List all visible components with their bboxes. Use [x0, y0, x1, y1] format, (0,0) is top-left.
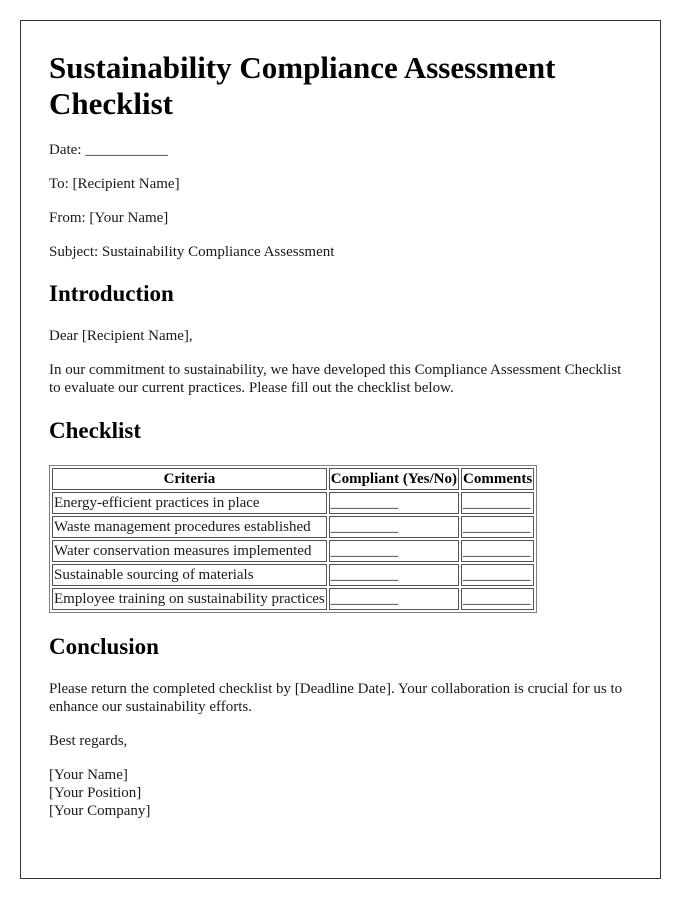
- subject-line: Subject: Sustainability Compliance Asses…: [49, 244, 335, 260]
- to-line: To: [Recipient Name]: [49, 176, 180, 192]
- table-header-row: Criteria Compliant (Yes/No) Comments: [52, 468, 535, 490]
- criteria-cell: Energy-efficient practices in place: [52, 492, 327, 514]
- column-header-criteria: Criteria: [52, 468, 327, 490]
- closing: Best regards,: [49, 733, 128, 749]
- compliant-blank: _________: [328, 516, 460, 538]
- date-line: Date: ___________: [49, 141, 632, 159]
- signature-position: [Your Position]: [49, 785, 142, 801]
- table-row: Employee training on sustainability prac…: [52, 588, 535, 610]
- comments-blank: _________: [461, 540, 535, 562]
- table-row: Energy-efficient practices in place ____…: [52, 492, 535, 514]
- date-blank: ___________: [85, 142, 168, 158]
- conclusion-body: Please return the completed checklist by…: [49, 681, 623, 715]
- conclusion-heading: Conclusion: [49, 634, 159, 659]
- criteria-cell: Sustainable sourcing of materials: [52, 564, 327, 586]
- signature-name: [Your Name]: [49, 767, 128, 783]
- compliant-blank: _________: [328, 540, 460, 562]
- table-row: Sustainable sourcing of materials ______…: [52, 564, 535, 586]
- criteria-cell: Waste management procedures established: [52, 516, 327, 538]
- comments-blank: _________: [461, 516, 535, 538]
- column-header-comments: Comments: [461, 468, 535, 490]
- from-line: From: [Your Name]: [49, 210, 169, 226]
- compliant-blank: _________: [328, 492, 460, 514]
- criteria-cell: Water conservation measures implemented: [52, 540, 327, 562]
- greeting: Dear [Recipient Name],: [49, 328, 193, 344]
- signature-company: [Your Company]: [49, 803, 151, 819]
- table-row: Waste management procedures established …: [52, 516, 535, 538]
- column-header-compliant: Compliant (Yes/No): [328, 468, 460, 490]
- introduction-heading: Introduction: [49, 281, 174, 306]
- date-label: Date:: [49, 142, 82, 158]
- comments-blank: _________: [461, 588, 535, 610]
- document-title: Sustainability Compliance Assessment Che…: [49, 50, 556, 121]
- table-row: Water conservation measures implemented …: [52, 540, 535, 562]
- checklist-table: Criteria Compliant (Yes/No) Comments Ene…: [49, 465, 538, 613]
- compliant-blank: _________: [328, 564, 460, 586]
- checklist-heading: Checklist: [49, 418, 141, 443]
- comments-blank: _________: [461, 564, 535, 586]
- compliant-blank: _________: [328, 588, 460, 610]
- signature-block: [Your Name] [Your Position] [Your Compan…: [49, 766, 632, 820]
- comments-blank: _________: [461, 492, 535, 514]
- introduction-body: In our commitment to sustainability, we …: [49, 362, 622, 396]
- criteria-cell: Employee training on sustainability prac…: [52, 588, 327, 610]
- letter-page: Sustainability Compliance Assessment Che…: [20, 20, 661, 879]
